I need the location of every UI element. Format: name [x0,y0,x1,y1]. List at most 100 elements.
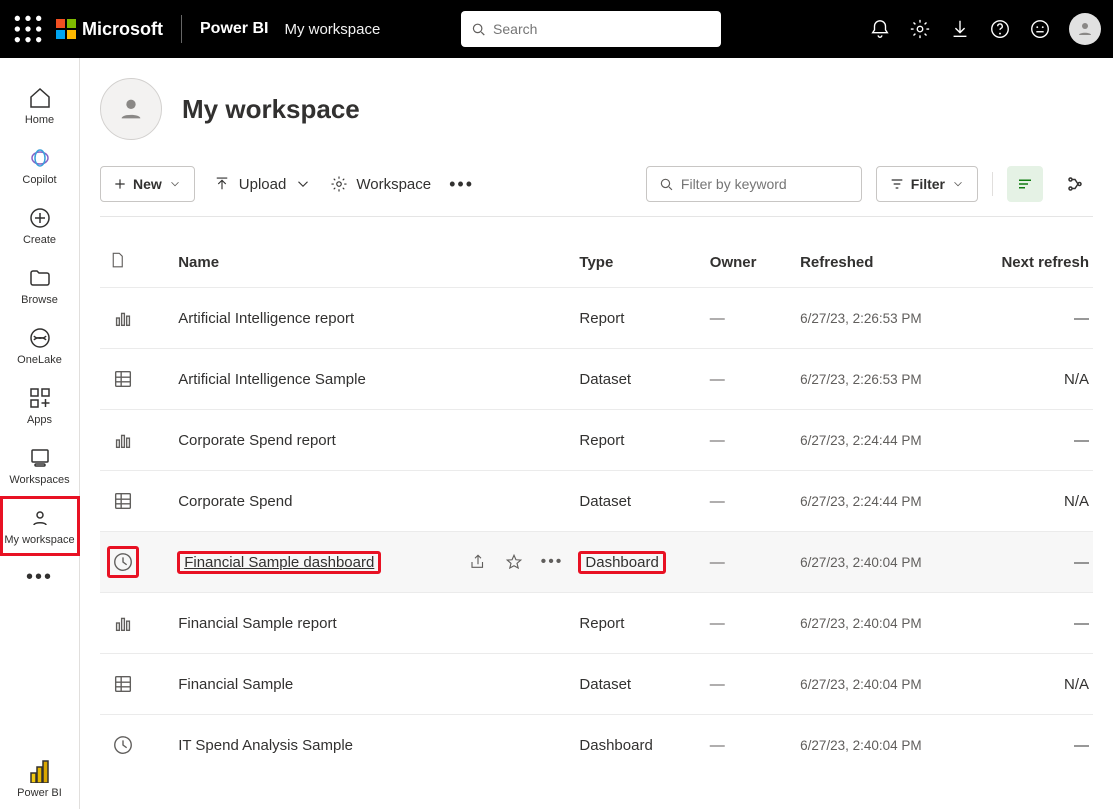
row-name-cell[interactable]: Financial Sample [170,654,571,715]
row-type-cell: Dataset [571,471,701,532]
search-icon [659,176,673,192]
row-type-cell: Report [571,410,701,471]
item-name[interactable]: Corporate Spend report [178,432,336,449]
nav-label: Copilot [22,174,56,186]
table-row[interactable]: Financial Sample Dataset — 6/27/23, 2:40… [100,654,1093,715]
col-icon [100,237,170,288]
filter-keyword-input[interactable] [646,166,862,202]
row-refreshed-cell: 6/27/23, 2:40:04 PM [792,532,973,593]
lineage-view-toggle[interactable] [1057,166,1093,202]
nav-powerbi-footer[interactable]: Power BI [0,749,80,809]
global-search[interactable] [461,11,721,47]
table-header-row: Name Type Owner Refreshed Next refresh [100,237,1093,288]
row-name-cell[interactable]: Corporate Spend report [170,410,571,471]
nav-apps[interactable]: Apps [0,376,80,436]
table-row[interactable]: Corporate Spend Dataset — 6/27/23, 2:24:… [100,471,1093,532]
col-owner[interactable]: Owner [702,237,792,288]
item-name[interactable]: Artificial Intelligence report [178,310,354,327]
table-row[interactable]: Artificial Intelligence Sample Dataset —… [100,349,1093,410]
left-navigation: Home Copilot Create Browse OneLake Apps … [0,58,80,809]
col-next-refresh[interactable]: Next refresh [973,237,1093,288]
row-refreshed-cell: 6/27/23, 2:40:04 PM [792,654,973,715]
row-owner-cell: — [702,715,792,776]
nav-my-workspace[interactable]: My workspace [0,496,80,556]
workspace-avatar-icon [100,78,162,140]
notifications-icon[interactable] [869,18,891,40]
row-type-cell: Dashboard [571,532,701,593]
row-next-cell: — [973,532,1093,593]
row-type-icon-cell [100,288,170,349]
nav-copilot[interactable]: Copilot [0,136,80,196]
table-row[interactable]: Corporate Spend report Report — 6/27/23,… [100,410,1093,471]
item-name[interactable]: Financial Sample [178,676,293,693]
search-icon [471,21,486,37]
table-row[interactable]: Financial Sample report Report — 6/27/23… [100,593,1093,654]
ws-settings-label: Workspace [356,176,431,193]
breadcrumb[interactable]: My workspace [284,21,380,38]
row-next-cell: — [973,288,1093,349]
row-owner-cell: — [702,654,792,715]
row-name-cell[interactable]: Artificial Intelligence Sample [170,349,571,410]
item-name[interactable]: IT Spend Analysis Sample [178,737,353,754]
row-refreshed-cell: 6/27/23, 2:26:53 PM [792,288,973,349]
row-next-cell: N/A [973,471,1093,532]
row-next-cell: — [973,715,1093,776]
account-avatar[interactable] [1069,13,1101,45]
item-name[interactable]: Corporate Spend [178,493,292,510]
app-launcher-icon[interactable] [12,13,44,45]
ellipsis-icon: ••• [26,566,53,589]
new-button[interactable]: New [100,166,195,202]
row-type-cell: Dashboard [571,715,701,776]
nav-more[interactable]: ••• [0,556,80,599]
col-name[interactable]: Name [170,237,571,288]
row-more-icon[interactable]: ••• [541,553,564,571]
table-row[interactable]: Financial Sample dashboard ••• Dashboard… [100,532,1093,593]
item-name[interactable]: Financial Sample report [178,615,336,632]
feedback-icon[interactable] [1029,18,1051,40]
product-label[interactable]: Power BI [200,20,268,38]
row-owner-cell: — [702,532,792,593]
favorite-star-icon[interactable] [505,553,523,571]
list-view-toggle[interactable] [1007,166,1043,202]
col-type[interactable]: Type [571,237,701,288]
row-next-cell: N/A [973,654,1093,715]
nav-label: Home [25,114,54,126]
filter-icon [889,176,905,192]
header-actions [869,13,1101,45]
row-name-cell[interactable]: Corporate Spend [170,471,571,532]
table-row[interactable]: Artificial Intelligence report Report — … [100,288,1093,349]
table-row[interactable]: IT Spend Analysis Sample Dashboard — 6/2… [100,715,1093,776]
workspace-settings-button[interactable]: Workspace [330,175,431,193]
row-type-icon-cell [100,532,170,593]
help-icon[interactable] [989,18,1011,40]
search-input[interactable] [493,21,711,37]
nav-label: Browse [21,294,58,306]
nav-browse[interactable]: Browse [0,256,80,316]
nav-workspaces[interactable]: Workspaces [0,436,80,496]
row-name-cell[interactable]: Artificial Intelligence report [170,288,571,349]
item-name[interactable]: Artificial Intelligence Sample [178,371,366,388]
filter-input-field[interactable] [681,176,849,192]
nav-onelake[interactable]: OneLake [0,316,80,376]
nav-label: Create [23,234,56,246]
content-table: Name Type Owner Refreshed Next refresh A… [100,237,1093,775]
chevron-down-icon [951,177,965,191]
row-type-icon-cell [100,593,170,654]
nav-label: OneLake [17,354,62,366]
microsoft-logo-icon [56,19,76,39]
nav-create[interactable]: Create [0,196,80,256]
download-icon[interactable] [949,18,971,40]
row-type-cell: Report [571,593,701,654]
settings-gear-icon[interactable] [909,18,931,40]
filter-button[interactable]: Filter [876,166,978,202]
share-icon[interactable] [469,553,487,571]
row-name-cell[interactable]: IT Spend Analysis Sample [170,715,571,776]
toolbar-more-button[interactable]: ••• [449,174,474,195]
filter-label: Filter [911,176,945,192]
row-name-cell[interactable]: Financial Sample report [170,593,571,654]
item-name[interactable]: Financial Sample dashboard [178,552,380,573]
col-refreshed[interactable]: Refreshed [792,237,973,288]
row-name-cell[interactable]: Financial Sample dashboard ••• [170,532,571,593]
upload-button[interactable]: Upload [213,175,313,193]
nav-home[interactable]: Home [0,76,80,136]
